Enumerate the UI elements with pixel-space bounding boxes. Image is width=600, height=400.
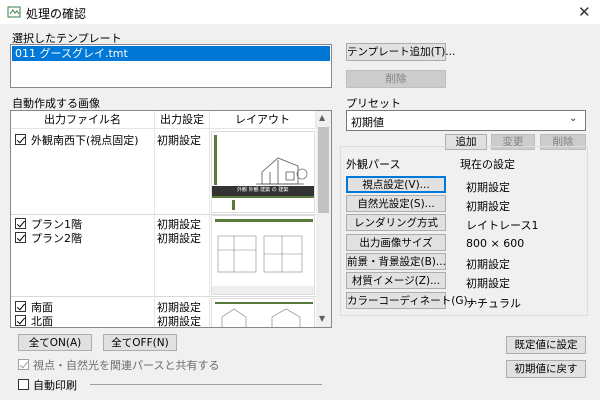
reset-initial-button[interactable]: 初期値に戻す: [506, 360, 586, 378]
row-filename: プラン2階: [31, 232, 82, 245]
color-coordinate-button[interactable]: カラーコーディネート(G)...: [346, 292, 478, 309]
group-divider: [90, 384, 322, 385]
auto-print-label: 自動印刷: [33, 379, 77, 392]
color-coordinate-value: ナチュラル: [466, 297, 521, 310]
share-viewpoint-label: 視点・自然光を関連パースと共有する: [33, 359, 220, 372]
share-viewpoint-checkbox[interactable]: [18, 359, 29, 370]
all-on-button[interactable]: 全てON(A): [18, 334, 92, 351]
background-settings-button[interactable]: 前景・背景設定(B)...: [346, 253, 446, 270]
preset-value: 初期値: [351, 116, 384, 129]
material-image-button[interactable]: 材質イメージ(Z)...: [346, 272, 446, 289]
auto-print-checkbox[interactable]: [18, 379, 29, 390]
add-template-button[interactable]: テンプレート追加(T)...: [346, 43, 455, 61]
scroll-down-icon[interactable]: ▼: [319, 314, 325, 323]
all-off-button[interactable]: 全てOFF(N): [103, 334, 177, 351]
layout-thumbnail: [211, 215, 315, 295]
template-selected-item[interactable]: 011 グースグレイ.tmt: [12, 46, 330, 61]
thumb-caption: 外観 外観 建築 の 建築: [237, 187, 289, 193]
template-listbox[interactable]: 011 グースグレイ.tmt: [10, 44, 332, 88]
chevron-down-icon[interactable]: ⌄: [569, 113, 577, 124]
background-value: 初期設定: [466, 258, 510, 271]
scrollbar-thumb[interactable]: [318, 127, 329, 213]
viewpoint-value: 初期設定: [466, 181, 510, 194]
row-setting: 初期設定: [157, 134, 201, 147]
app-icon: [7, 5, 21, 19]
col-header-filename[interactable]: 出力ファイル名: [11, 111, 155, 129]
delete-template-button[interactable]: 削除: [346, 70, 446, 88]
row-checkbox[interactable]: [15, 315, 26, 326]
preset-combobox[interactable]: 初期値 ⌄: [346, 110, 586, 131]
col-divider: [209, 129, 210, 327]
rendering-value: レイトレース1: [466, 219, 539, 232]
auto-images-label: 自動作成する画像: [12, 97, 100, 110]
material-value: 初期設定: [466, 277, 510, 290]
col-divider: [154, 129, 155, 327]
auto-images-grid[interactable]: 出力ファイル名 出力設定 レイアウト 外観南西下(視点固定) 初期設定 外観 外…: [10, 110, 332, 328]
daylight-settings-button[interactable]: 自然光設定(S)...: [346, 195, 446, 212]
title-bar: [0, 0, 600, 24]
row-checkbox[interactable]: [15, 232, 26, 243]
rendering-method-button[interactable]: レンダリング方式: [346, 214, 446, 231]
row-checkbox[interactable]: [15, 301, 26, 312]
close-icon[interactable]: ✕: [578, 3, 591, 21]
output-size-value: 800 × 600: [466, 237, 525, 250]
output-size-button[interactable]: 出力画像サイズ: [346, 234, 446, 251]
col-header-layout[interactable]: レイアウト: [210, 111, 316, 129]
row-filename: 外観南西下(視点固定): [31, 134, 139, 147]
current-settings-label: 現在の設定: [460, 158, 515, 171]
preset-label: プリセット: [346, 97, 401, 110]
window-title: 処理の確認: [26, 7, 87, 21]
row-setting: 初期設定: [157, 315, 201, 328]
viewpoint-settings-button[interactable]: 視点設定(V)...: [346, 176, 446, 193]
set-default-button[interactable]: 既定値に設定: [506, 336, 586, 354]
layout-thumbnail: [211, 298, 315, 327]
row-setting: 初期設定: [157, 232, 201, 245]
row-checkbox[interactable]: [15, 134, 26, 145]
daylight-value: 初期設定: [466, 200, 510, 213]
exterior-group-label: 外観パース: [346, 158, 401, 171]
col-header-setting[interactable]: 出力設定: [155, 111, 210, 129]
row-filename: 北面: [31, 315, 53, 328]
layout-thumbnail: [211, 131, 315, 213]
row-checkbox[interactable]: [15, 218, 26, 229]
row-divider: [11, 296, 331, 297]
scroll-up-icon[interactable]: ▲: [319, 113, 325, 122]
grid-scrollbar[interactable]: ▲ ▼: [316, 111, 331, 327]
